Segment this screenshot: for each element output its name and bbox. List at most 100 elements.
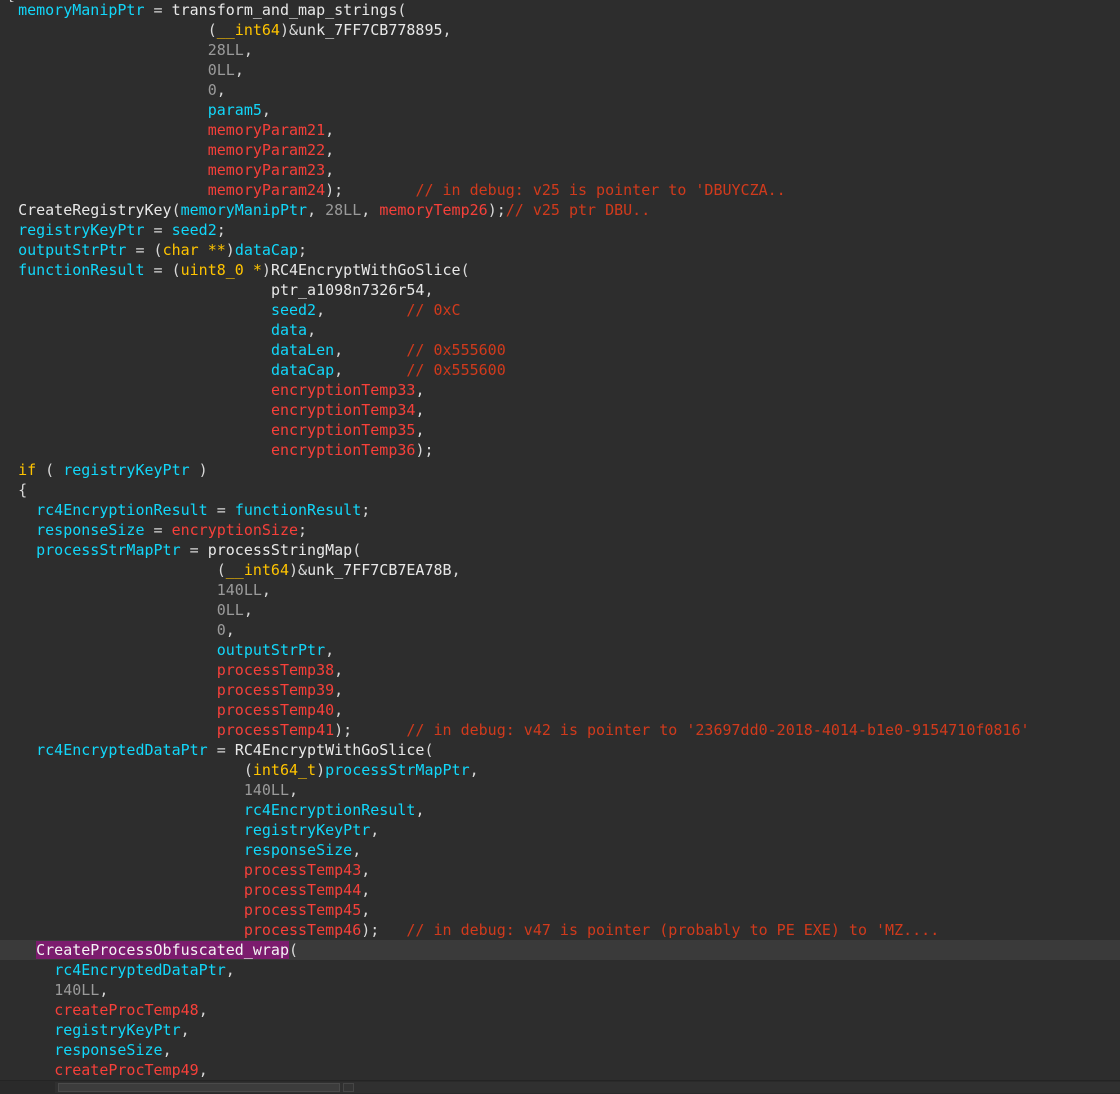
temp-variable-token[interactable]: createProcTemp49	[54, 1061, 199, 1079]
code-line[interactable]: processTemp39,	[0, 680, 1120, 700]
variable-token[interactable]: functionResult	[18, 261, 144, 279]
code-line[interactable]: ptr_a1098n7326r54,	[0, 280, 1120, 300]
code-line[interactable]: functionResult = (uint8_0 *)RC4EncryptWi…	[0, 260, 1120, 280]
temp-variable-token[interactable]: memoryParam23	[208, 161, 325, 179]
variable-token[interactable]: registryKeyPtr	[63, 461, 189, 479]
temp-variable-token[interactable]: processTemp45	[244, 901, 361, 919]
number-token[interactable]: 0LL	[217, 601, 244, 619]
number-token[interactable]: 140LL	[54, 981, 99, 999]
code-line[interactable]: 28LL,	[0, 40, 1120, 60]
code-line[interactable]: processTemp38,	[0, 660, 1120, 680]
variable-token[interactable]: seed2	[172, 221, 217, 239]
comment-token[interactable]: // 0x555600	[406, 341, 505, 359]
code-line[interactable]: createProcTemp49,	[0, 1060, 1120, 1080]
code-line[interactable]: rc4EncryptedDataPtr,	[0, 960, 1120, 980]
function-name-token[interactable]: RC4EncryptWithGoSlice	[271, 261, 461, 279]
code-line[interactable]: rc4EncryptedDataPtr = RC4EncryptWithGoSl…	[0, 740, 1120, 760]
variable-token[interactable]: data	[271, 321, 307, 339]
temp-variable-token[interactable]: processTemp40	[217, 701, 334, 719]
temp-variable-token[interactable]: processTemp46	[244, 921, 361, 939]
code-line[interactable]: 0,	[0, 80, 1120, 100]
code-line[interactable]: memoryParam22,	[0, 140, 1120, 160]
number-token[interactable]: 140LL	[217, 581, 262, 599]
variable-token[interactable]: rc4EncryptionResult	[244, 801, 416, 819]
code-line[interactable]: dataCap, // 0x555600	[0, 360, 1120, 380]
keyword-token[interactable]: uint8_0	[181, 261, 244, 279]
function-name-token[interactable]: CreateRegistryKey	[18, 201, 172, 219]
code-line[interactable]: encryptionTemp35,	[0, 420, 1120, 440]
temp-variable-token[interactable]: memoryParam21	[208, 121, 325, 139]
variable-token[interactable]: rc4EncryptionResult	[36, 501, 208, 519]
code-line[interactable]: encryptionTemp36);	[0, 440, 1120, 460]
variable-token[interactable]: outputStrPtr	[217, 641, 325, 659]
code-line[interactable]: registryKeyPtr,	[0, 1020, 1120, 1040]
variable-token[interactable]: rc4EncryptedDataPtr	[54, 961, 226, 979]
code-line[interactable]: responseSize = encryptionSize;	[0, 520, 1120, 540]
code-line[interactable]: encryptionTemp33,	[0, 380, 1120, 400]
temp-variable-token[interactable]: processTemp44	[244, 881, 361, 899]
temp-variable-token[interactable]: processTemp39	[217, 681, 334, 699]
comment-token[interactable]: // in debug: v47 is pointer (probably to…	[406, 921, 939, 939]
temp-variable-token[interactable]: encryptionTemp36	[271, 441, 416, 459]
variable-token[interactable]: responseSize	[244, 841, 352, 859]
function-name-token[interactable]: processStringMap	[208, 541, 353, 559]
comment-token[interactable]: // in debug: v42 is pointer to '23697dd0…	[406, 721, 1029, 739]
code-line-current[interactable]: CreateProcessObfuscated_wrap(	[0, 940, 1120, 960]
variable-token[interactable]: dataCap	[235, 241, 298, 259]
code-line[interactable]: rc4EncryptionResult,	[0, 800, 1120, 820]
comment-token[interactable]: // v25 ptr DBU..	[506, 201, 651, 219]
scrollbar-corner-button[interactable]	[343, 1083, 354, 1092]
variable-token[interactable]: dataCap	[271, 361, 334, 379]
code-line[interactable]: processTemp40,	[0, 700, 1120, 720]
number-token[interactable]: 0	[208, 81, 217, 99]
variable-token[interactable]: registryKeyPtr	[244, 821, 370, 839]
code-line[interactable]: registryKeyPtr = seed2;	[0, 220, 1120, 240]
variable-token[interactable]: memoryManipPtr	[18, 1, 144, 19]
function-name-token[interactable]: RC4EncryptWithGoSlice	[235, 741, 425, 759]
temp-variable-token[interactable]: encryptionSize	[172, 521, 298, 539]
variable-token[interactable]: outputStrPtr	[18, 241, 126, 259]
code-line[interactable]: 0LL,	[0, 60, 1120, 80]
global-symbol-token[interactable]: unk_7FF7CB778895	[298, 21, 443, 39]
global-symbol-token[interactable]: ptr_a1098n7326r54	[271, 281, 425, 299]
code-line[interactable]: outputStrPtr,	[0, 640, 1120, 660]
temp-variable-token[interactable]: memoryParam24	[208, 181, 325, 199]
code-line[interactable]: (int64_t)processStrMapPtr,	[0, 760, 1120, 780]
code-line[interactable]: processTemp43,	[0, 860, 1120, 880]
code-line[interactable]: createProcTemp48,	[0, 1000, 1120, 1020]
code-line[interactable]: memoryParam21,	[0, 120, 1120, 140]
variable-token[interactable]: dataLen	[271, 341, 334, 359]
highlighted-identifier[interactable]: CreateProcessObfuscated_wrap	[36, 941, 289, 959]
code-line[interactable]: (__int64)&unk_7FF7CB7EA78B,	[0, 560, 1120, 580]
variable-token[interactable]: processStrMapPtr	[36, 541, 181, 559]
variable-token[interactable]: functionResult	[235, 501, 361, 519]
variable-token[interactable]: seed2	[271, 301, 316, 319]
variable-token[interactable]: param5	[208, 101, 262, 119]
keyword-token[interactable]: *	[253, 261, 262, 279]
code-line[interactable]: data,	[0, 320, 1120, 340]
global-symbol-token[interactable]: unk_7FF7CB7EA78B	[307, 561, 452, 579]
code-line[interactable]: memoryManipPtr = transform_and_map_strin…	[0, 0, 1120, 20]
variable-token[interactable]: registryKeyPtr	[18, 221, 144, 239]
keyword-token[interactable]: if	[18, 461, 36, 479]
variable-token[interactable]: processStrMapPtr	[325, 761, 470, 779]
number-token[interactable]: 140LL	[244, 781, 289, 799]
code-line[interactable]: 0LL,	[0, 600, 1120, 620]
code-line[interactable]: responseSize,	[0, 1040, 1120, 1060]
code-line[interactable]: processTemp46); // in debug: v47 is poin…	[0, 920, 1120, 940]
pseudocode-code-area[interactable]: memoryManipPtr = transform_and_map_strin…	[0, 0, 1120, 1080]
comment-token[interactable]: // 0x555600	[406, 361, 505, 379]
code-line[interactable]: if ( registryKeyPtr )	[0, 460, 1120, 480]
code-line[interactable]: {	[0, 480, 1120, 500]
number-token[interactable]: 28LL	[208, 41, 244, 59]
variable-token[interactable]: responseSize	[36, 521, 144, 539]
number-token[interactable]: 28LL	[325, 201, 361, 219]
code-line[interactable]: processTemp45,	[0, 900, 1120, 920]
code-line[interactable]: processStrMapPtr = processStringMap(	[0, 540, 1120, 560]
code-line[interactable]: 140LL,	[0, 580, 1120, 600]
temp-variable-token[interactable]: encryptionTemp33	[271, 381, 416, 399]
variable-token[interactable]: responseSize	[54, 1041, 162, 1059]
code-line[interactable]: seed2, // 0xC	[0, 300, 1120, 320]
temp-variable-token[interactable]: memoryParam22	[208, 141, 325, 159]
temp-variable-token[interactable]: memoryTemp26	[379, 201, 487, 219]
